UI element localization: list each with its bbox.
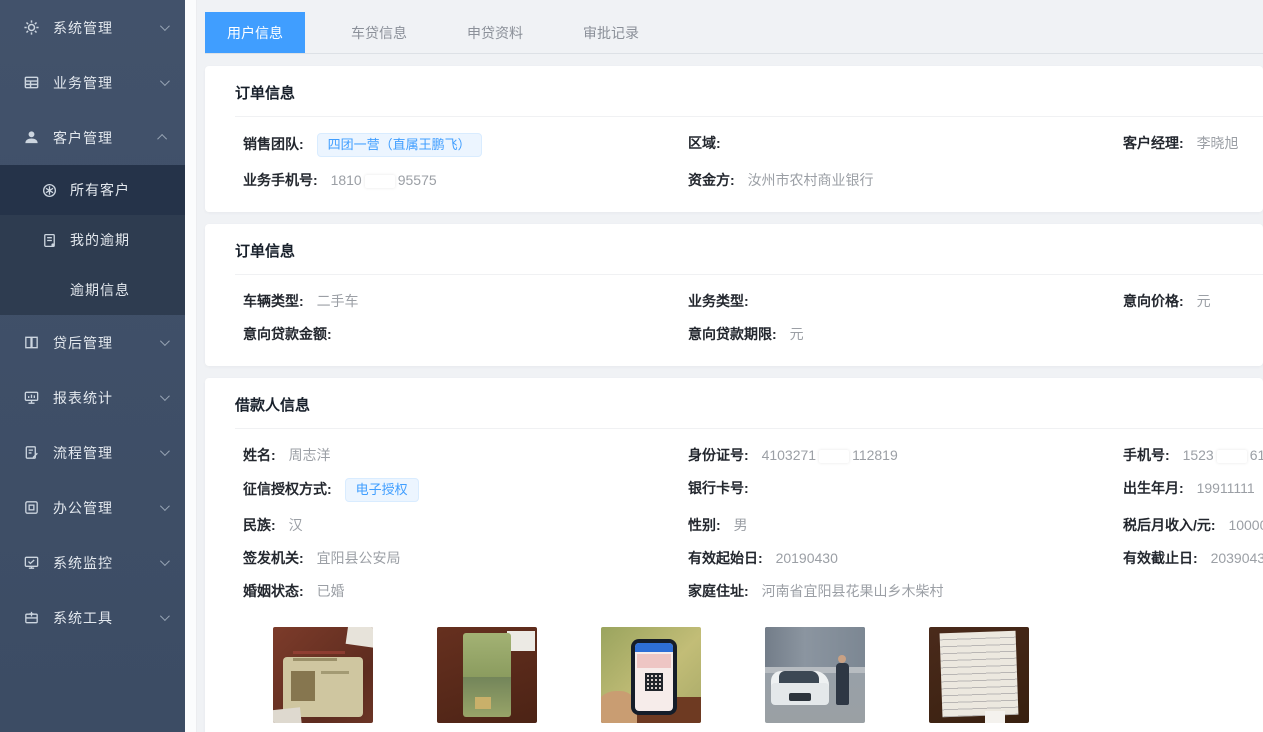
field-id-number: 身份证号: 4103271112819 <box>688 445 1123 465</box>
field-issuing-authority: 签发机关: 宜阳县公安局 <box>243 548 688 568</box>
field-region: 区域: <box>688 133 1123 157</box>
gear-icon <box>22 19 40 37</box>
field-bank-card: 银行卡号: <box>688 478 1123 502</box>
sidebar-item-postloan-mgmt[interactable]: 贷后管理 <box>0 315 185 370</box>
chevron-down-icon <box>160 611 170 621</box>
field-vehicle-type: 车辆类型: 二手车 <box>243 291 688 311</box>
redaction-box <box>1217 450 1247 463</box>
field-intent-loan-term: 意向贷款期限: 元 <box>688 324 1123 344</box>
green-booklet-photo[interactable]: 驾驶证照片 <box>437 627 537 732</box>
user-icon <box>22 129 40 147</box>
loan-intent-card: 订单信息 车辆类型: 二手车 业务类型: 意向价格: 元 意向贷款金额: 意向贷… <box>205 224 1263 366</box>
sidebar-item-business-mgmt[interactable]: 业务管理 <box>0 55 185 110</box>
monitor-check-icon <box>22 554 40 572</box>
field-sales-team: 销售团队: 四团一营（直属王鹏飞） <box>243 133 688 157</box>
chevron-down-icon <box>160 556 170 566</box>
document-photo[interactable]: 其他材料 <box>929 627 1029 732</box>
field-intent-price: 意向价格: 元 <box>1123 291 1263 311</box>
tab-user-info[interactable]: 用户信息 <box>205 12 305 53</box>
sidebar-item-label: 系统监控 <box>53 553 160 573</box>
field-marital-status: 婚姻状态: 已婚 <box>243 581 688 601</box>
notebook-icon <box>40 231 58 249</box>
sidebar-item-system-tools[interactable]: 系统工具 <box>0 590 185 645</box>
chevron-down-icon <box>160 21 170 31</box>
chevron-down-icon <box>160 76 170 86</box>
tab-loan-application-docs[interactable]: 申贷资料 <box>445 12 545 53</box>
sidebar-item-label: 逾期信息 <box>70 280 167 300</box>
id-card-photo-thumb[interactable] <box>273 627 373 723</box>
field-business-type: 业务类型: <box>688 291 1123 311</box>
sidebar-item-customer-mgmt[interactable]: 客户管理 <box>0 110 185 165</box>
sidebar-item-process-mgmt[interactable]: 流程管理 <box>0 425 185 480</box>
sidebar-item-label: 办公管理 <box>53 498 160 518</box>
field-business-phone: 业务手机号: 181095575 <box>243 170 688 190</box>
content-scrollbar-track[interactable] <box>185 0 197 732</box>
field-ethnicity: 民族: 汉 <box>243 515 688 535</box>
field-funder: 资金方: 汝州市农村商业银行 <box>688 170 1123 190</box>
sidebar-item-report-stats[interactable]: 报表统计 <box>0 370 185 425</box>
sidebar-item-system-monitor[interactable]: 系统监控 <box>0 535 185 590</box>
order-info-card: 订单信息 销售团队: 四团一营（直属王鹏飞） 区域: 客户经理: 李晓旭 业务手… <box>205 66 1263 212</box>
card-title: 借款人信息 <box>235 378 1263 415</box>
sidebar-item-label: 我的逾期 <box>70 230 167 250</box>
field-credit-auth-method: 征信授权方式: 电子授权 <box>243 478 688 502</box>
field-gender: 性别: 男 <box>688 515 1123 535</box>
office-icon <box>22 499 40 517</box>
clipboard-icon <box>22 444 40 462</box>
sidebar-item-label: 报表统计 <box>53 388 160 408</box>
field-name: 姓名: 周志洋 <box>243 445 688 465</box>
card-title: 订单信息 <box>235 224 1263 261</box>
grid-icon <box>22 74 40 92</box>
chevron-down-icon <box>160 336 170 346</box>
sidebar-item-all-customers[interactable]: 所有客户 <box>0 165 185 215</box>
field-valid-from: 有效起始日: 20190430 <box>688 548 1123 568</box>
sidebar-item-label: 系统工具 <box>53 608 160 628</box>
sidebar-item-label: 系统管理 <box>53 18 160 38</box>
sidebar-item-my-overdue[interactable]: 我的逾期 <box>0 215 185 265</box>
tab-car-loan-info[interactable]: 车贷信息 <box>329 12 429 53</box>
sidebar-item-label: 流程管理 <box>53 443 160 463</box>
monitor-icon <box>22 389 40 407</box>
car-person-photo[interactable]: 人车合影 <box>765 627 865 732</box>
tab-approval-records[interactable]: 审批记录 <box>561 12 661 53</box>
sidebar-item-office-mgmt[interactable]: 办公管理 <box>0 480 185 535</box>
phone-qr-photo[interactable]: 授权码合影 <box>601 627 701 732</box>
field-birth-date: 出生年月: 19911111 <box>1123 478 1263 502</box>
car-person-photo-thumb[interactable] <box>765 627 865 723</box>
redaction-box <box>365 175 395 188</box>
field-account-manager: 客户经理: 李晓旭 <box>1123 133 1263 157</box>
field-monthly-income: 税后月收入/元: 10000 <box>1123 515 1263 535</box>
sidebar: 系统管理 业务管理 客户管理 <box>0 0 185 732</box>
sidebar-item-overdue-info[interactable]: 逾期信息 <box>0 265 185 315</box>
green-booklet-photo-thumb[interactable] <box>437 627 537 723</box>
sidebar-item-label: 客户管理 <box>53 128 160 148</box>
phone-qr-photo-thumb[interactable] <box>601 627 701 723</box>
chevron-down-icon <box>160 446 170 456</box>
document-photo-thumb[interactable] <box>929 627 1029 723</box>
sidebar-item-system-mgmt[interactable]: 系统管理 <box>0 0 185 55</box>
book-icon <box>22 334 40 352</box>
sidebar-item-label: 所有客户 <box>70 180 167 200</box>
document-photos: 人像面 驾驶证照片 授权码合影 人车合影 <box>235 601 1263 732</box>
id-card-photo[interactable]: 人像面 <box>273 627 373 732</box>
sidebar-item-label: 业务管理 <box>53 73 160 93</box>
borrower-info-card: 借款人信息 姓名: 周志洋 身份证号: 4103271112819 手机号: 1… <box>205 378 1263 732</box>
customers-icon <box>40 181 58 199</box>
e-auth-tag: 电子授权 <box>345 478 419 502</box>
detail-tabs: 用户信息 车贷信息 申贷资料 审批记录 <box>205 12 1263 54</box>
card-title: 订单信息 <box>235 66 1263 103</box>
sidebar-item-label: 贷后管理 <box>53 333 160 353</box>
field-valid-until: 有效截止日: 20390430 <box>1123 548 1263 568</box>
chevron-down-icon <box>160 391 170 401</box>
toolbox-icon <box>22 609 40 627</box>
customer-mgmt-submenu: 所有客户 我的逾期 逾期信息 <box>0 165 185 315</box>
field-home-address: 家庭住址: 河南省宜阳县花果山乡木柴村 <box>688 581 1123 601</box>
chevron-down-icon <box>160 501 170 511</box>
main-content: 用户信息 车贷信息 申贷资料 审批记录 订单信息 销售团队: 四团一营（直属王鹏… <box>197 0 1263 732</box>
sales-team-tag[interactable]: 四团一营（直属王鹏飞） <box>317 133 482 157</box>
field-intent-loan-amount: 意向贷款金额: <box>243 324 688 344</box>
redaction-box <box>819 450 849 463</box>
field-mobile: 手机号: 15236137 <box>1123 445 1263 465</box>
